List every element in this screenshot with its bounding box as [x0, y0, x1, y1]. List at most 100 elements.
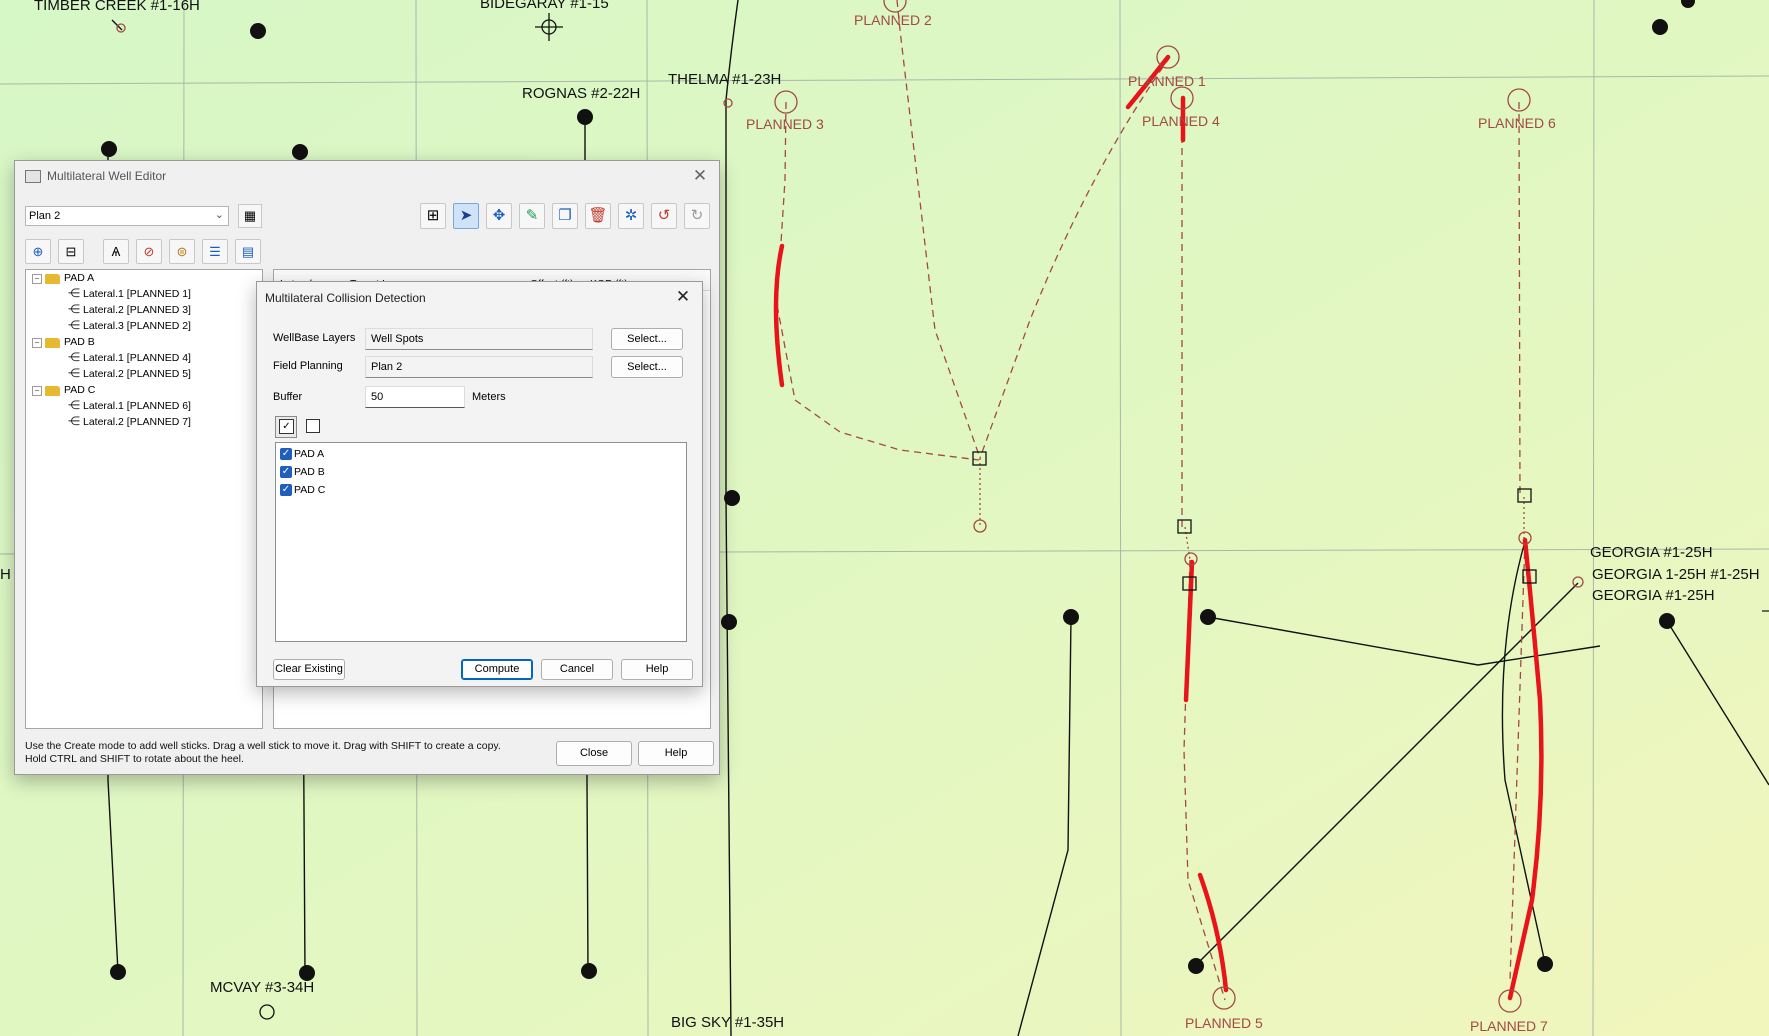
buffer-unit-label: Meters	[472, 391, 506, 403]
planned-label-5: PLANNED 5	[1185, 1015, 1263, 1031]
check-all-button[interactable]: ✓	[275, 416, 297, 438]
planned-label-4: PLANNED 4	[1142, 113, 1220, 129]
well-spot	[1537, 956, 1553, 972]
uncheck-all-icon	[306, 419, 320, 433]
pad-c-node[interactable]: PAD C	[64, 383, 95, 397]
pad-b-expander[interactable]: −	[32, 338, 42, 348]
report-button[interactable]: ▤	[235, 239, 261, 264]
editor-help-button[interactable]: Help	[638, 741, 714, 766]
well-label-bidegaray: BIDEGARAY #1-15	[480, 0, 609, 12]
tree-lateral-a3[interactable]: Lateral.3 [PLANNED 2]	[83, 319, 191, 333]
folder-icon	[45, 338, 60, 348]
add-pad-button[interactable]: ⊕	[25, 239, 51, 264]
pad-a-checkbox[interactable]: ✓	[280, 448, 292, 460]
collision-detection-dialog: Multilateral Collision Detection ✕ WellB…	[256, 281, 703, 687]
check-all-icon: ✓	[279, 419, 294, 434]
cancel-button[interactable]: Cancel	[541, 659, 613, 680]
redo-icon: ↻	[690, 207, 704, 224]
pad-checklist[interactable]: ✓ PAD A ✓ PAD B ✓ PAD C	[275, 442, 687, 642]
editor-titlebar[interactable]: Multilateral Well Editor ✕	[15, 161, 719, 191]
lateral-icon: ⋲	[68, 318, 80, 332]
editor-close-icon[interactable]: ✕	[689, 165, 711, 187]
well-label-mcvay: MCVAY #3-34H	[210, 979, 315, 996]
split-lateral-button[interactable]: ⊜	[169, 239, 195, 264]
planned-label-7: PLANNED 7	[1470, 1018, 1548, 1034]
copy-button[interactable]: ❐	[552, 203, 578, 229]
tree-lateral-b1[interactable]: Lateral.1 [PLANNED 4]	[83, 351, 191, 365]
chevron-down-icon: ⌄	[214, 209, 224, 221]
well-label-georgia-3: GEORGIA #1-25H	[1592, 587, 1715, 604]
pad-b-checkbox[interactable]: ✓	[280, 466, 292, 478]
new-well-icon: ⊞	[426, 207, 440, 224]
planned-label-6: PLANNED 6	[1478, 115, 1556, 131]
pad-b-check-label: PAD B	[294, 466, 325, 478]
lateral-icon: ⋲	[68, 366, 80, 380]
pad-c-expander[interactable]: −	[32, 386, 42, 396]
add-lateral-button[interactable]: Ѧ	[103, 239, 129, 264]
split-lateral-icon: ⊜	[176, 244, 188, 259]
pad-c-checkbox[interactable]: ✓	[280, 484, 292, 496]
collision-detection-button[interactable]: ✲	[618, 203, 644, 229]
move-mode-button[interactable]: ✥	[486, 203, 512, 229]
clear-existing-button[interactable]: Clear Existing	[273, 659, 345, 680]
copy-icon: ❐	[558, 207, 572, 224]
well-spot	[577, 109, 593, 125]
collision-help-button[interactable]: Help	[621, 659, 693, 680]
new-well-button[interactable]: ⊞	[420, 203, 446, 229]
lateral-icon: ⋲	[68, 286, 80, 300]
list-icon: ☰	[209, 244, 221, 259]
list-view-button[interactable]: ☰	[202, 239, 228, 264]
compute-button[interactable]: Compute	[461, 659, 533, 680]
well-spot	[724, 490, 740, 506]
redo-button[interactable]: ↻	[684, 203, 710, 229]
pad-c-check-label: PAD C	[294, 484, 326, 496]
collision-titlebar[interactable]: Multilateral Collision Detection ✕	[257, 282, 702, 312]
buffer-input[interactable]	[365, 386, 465, 408]
select-arrow-icon: ➤	[459, 207, 473, 224]
collision-title: Multilateral Collision Detection	[265, 291, 426, 305]
pad-b-node[interactable]: PAD B	[64, 335, 95, 349]
add-lateral-icon: Ѧ	[111, 244, 121, 259]
tree-lateral-a1[interactable]: Lateral.1 [PLANNED 1]	[83, 287, 191, 301]
uncheck-all-button[interactable]	[303, 416, 325, 438]
well-label-georgia-1: GEORGIA #1-25H	[1590, 544, 1713, 561]
well-label-big-sky: BIG SKY #1-35H	[671, 1014, 785, 1031]
tree-lateral-c1[interactable]: Lateral.1 [PLANNED 6]	[83, 399, 191, 413]
field-planning-field[interactable]: Plan 2	[365, 356, 593, 378]
remove-lateral-icon: ⊘	[143, 244, 155, 259]
delete-icon: 🗑	[588, 207, 608, 224]
planned-label-3: PLANNED 3	[746, 116, 824, 132]
undo-button[interactable]: ↺	[651, 203, 677, 229]
plan-select-value: Plan 2	[29, 210, 61, 222]
remove-pad-button[interactable]: ⊟	[58, 239, 84, 264]
lateral-icon: ⋲	[68, 350, 80, 364]
editor-close-button[interactable]: Close	[556, 741, 632, 766]
well-spot	[1188, 958, 1204, 974]
plan-properties-button[interactable]: ▦	[238, 204, 262, 228]
status-hint-line-2: Hold CTRL and SHIFT to rotate about the …	[25, 753, 244, 765]
pad-a-expander[interactable]: −	[32, 274, 42, 284]
lateral-icon: ⋲	[68, 398, 80, 412]
app-icon	[25, 170, 41, 183]
pad-a-node[interactable]: PAD A	[64, 271, 94, 285]
well-spot	[721, 614, 737, 630]
editor-title: Multilateral Well Editor	[47, 169, 167, 183]
collision-close-icon[interactable]: ✕	[672, 286, 694, 308]
well-spot	[1659, 613, 1675, 629]
field-planning-select-button[interactable]: Select...	[611, 356, 683, 378]
wellbase-layers-field[interactable]: Well Spots	[365, 328, 593, 350]
tree-lateral-a2[interactable]: Lateral.2 [PLANNED 3]	[83, 303, 191, 317]
well-spot	[1063, 609, 1079, 625]
wellbase-select-button[interactable]: Select...	[611, 328, 683, 350]
tree-lateral-c2[interactable]: Lateral.2 [PLANNED 7]	[83, 415, 191, 429]
well-label-edge: H	[0, 566, 11, 583]
move-icon: ✥	[492, 207, 506, 224]
report-icon: ▤	[241, 244, 255, 259]
edit-mode-button[interactable]: ✎	[519, 203, 545, 229]
select-mode-button[interactable]: ➤	[453, 203, 479, 229]
delete-button[interactable]: 🗑	[585, 203, 611, 229]
plan-select[interactable]: Plan 2 ⌄	[25, 206, 229, 226]
tree-lateral-b2[interactable]: Lateral.2 [PLANNED 5]	[83, 367, 191, 381]
pad-tree[interactable]: − PAD A ⋲ Lateral.1 [PLANNED 1] ⋲ Latera…	[25, 269, 263, 729]
remove-lateral-button[interactable]: ⊘	[136, 239, 162, 264]
